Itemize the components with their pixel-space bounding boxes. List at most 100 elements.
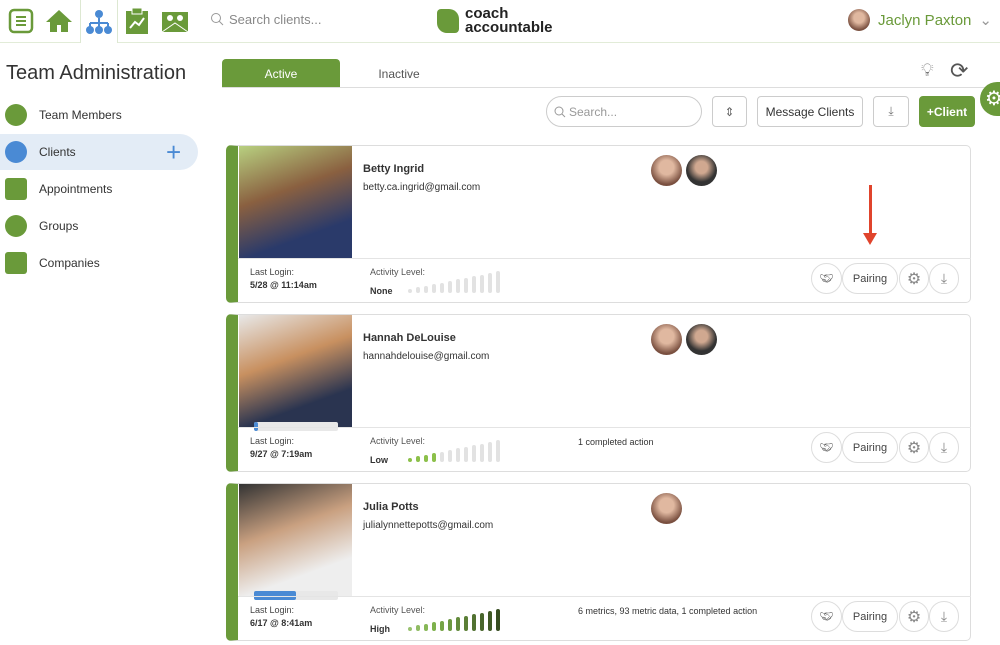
logo: coach accountable <box>437 6 560 35</box>
client-card: Julia Potts julialynnettepotts@gmail.com… <box>226 483 971 641</box>
building-icon <box>5 252 27 274</box>
client-photo[interactable] <box>239 315 352 427</box>
activity-bar <box>464 277 468 293</box>
add-client-button[interactable]: +Client <box>919 96 975 127</box>
activity-bar <box>496 609 500 631</box>
sidebar-item-appointments[interactable]: Appointments <box>0 171 198 207</box>
client-name[interactable]: Julia Potts <box>363 501 419 513</box>
activity-bar <box>472 614 476 631</box>
coach-avatar[interactable] <box>686 324 717 355</box>
client-name[interactable]: Betty Ingrid <box>363 163 424 175</box>
activity-bar <box>440 620 444 631</box>
menu-icon[interactable] <box>4 4 38 38</box>
coach-avatar[interactable] <box>686 155 717 186</box>
org-chart-icon[interactable] <box>80 0 118 43</box>
last-login-label: Last Login: <box>250 436 295 446</box>
download-icon[interactable]: ⤓ <box>929 263 959 294</box>
user-menu[interactable]: Jaclyn Paxton ⌄ <box>848 9 992 31</box>
tab-inactive[interactable]: Inactive <box>340 59 458 88</box>
gear-icon[interactable]: ⚙ <box>899 432 929 463</box>
client-email: julialynnettepotts@gmail.com <box>363 520 494 531</box>
activity-bar <box>448 281 452 293</box>
pairing-button[interactable]: Pairing <box>842 601 898 632</box>
divider <box>222 87 1000 88</box>
activity-bar <box>456 279 460 293</box>
activity-bar <box>496 271 500 293</box>
search-input[interactable]: Search... <box>546 96 702 127</box>
pairing-button[interactable]: Pairing <box>842 263 898 294</box>
activity-bar <box>408 627 412 631</box>
client-photo[interactable] <box>239 484 352 596</box>
search-icon <box>554 106 566 117</box>
download-icon[interactable]: ⤓ <box>929 432 959 463</box>
activity-bar <box>480 274 484 293</box>
handshake-button[interactable]: 🤝︎ <box>811 432 842 463</box>
gear-icon[interactable]: ⚙ <box>899 601 929 632</box>
activity-bar <box>424 285 428 293</box>
sidebar-item-groups[interactable]: Groups <box>0 208 198 244</box>
activity-bars <box>408 609 500 631</box>
activity-summary: 1 completed action <box>578 437 654 447</box>
activity-bar <box>456 448 460 462</box>
activity-bar <box>448 619 452 631</box>
activity-bar <box>488 611 492 631</box>
activity-bar <box>432 622 436 631</box>
add-client-icon[interactable]: + <box>166 137 181 168</box>
clipboard-chart-icon[interactable] <box>120 4 154 38</box>
activity-bar <box>464 446 468 462</box>
gear-icon[interactable]: ⚙ <box>899 263 929 294</box>
download-button[interactable]: ⤓ <box>873 96 909 127</box>
client-photo[interactable] <box>239 146 352 258</box>
activity-value: High <box>370 624 390 634</box>
coach-avatar[interactable] <box>651 324 682 355</box>
activity-bar <box>424 623 428 631</box>
lightbulb-icon[interactable]: 💡︎ <box>921 60 934 81</box>
chevron-down-icon: ⌄ <box>979 12 992 29</box>
activity-bar <box>416 625 420 631</box>
label: Team Members <box>39 108 122 122</box>
pairing-button[interactable]: Pairing <box>842 432 898 463</box>
client-search-input[interactable]: Search clients... <box>229 12 322 27</box>
coach-avatar[interactable] <box>651 155 682 186</box>
label: Clients <box>39 145 76 159</box>
activity-summary: 6 metrics, 93 metric data, 1 completed a… <box>578 606 758 616</box>
settings-gear-icon[interactable]: ⚙ <box>980 82 1000 116</box>
coaches <box>651 493 682 524</box>
activity-bar <box>416 287 420 293</box>
activity-bar <box>416 456 420 462</box>
last-login-value: 6/17 @ 8:41am <box>250 618 313 628</box>
handshake-icon: 🤝︎ <box>819 273 834 285</box>
sort-button[interactable]: ⇕ <box>712 96 747 127</box>
activity-bar <box>432 453 436 462</box>
sidebar-item-team-members[interactable]: Team Members <box>0 97 198 133</box>
handshake-button[interactable]: 🤝︎ <box>811 263 842 294</box>
activity-bar <box>480 443 484 462</box>
sidebar-item-companies[interactable]: Companies <box>0 245 198 281</box>
activity-value: None <box>370 286 393 296</box>
activity-bar <box>488 273 492 293</box>
download-icon[interactable]: ⤓ <box>929 601 959 632</box>
activity-bars <box>408 440 500 462</box>
handshake-button[interactable]: 🤝︎ <box>811 601 842 632</box>
handshake-icon: 🤝︎ <box>819 611 834 623</box>
home-icon[interactable] <box>42 4 76 38</box>
activity-bar <box>440 282 444 293</box>
tab-active[interactable]: Active <box>222 59 340 88</box>
person-icon <box>5 141 27 163</box>
avatar <box>848 9 870 31</box>
refresh-icon[interactable]: ⟳ <box>950 58 968 84</box>
activity-bar <box>424 454 428 462</box>
activity-bar <box>464 615 468 631</box>
label: Appointments <box>39 182 113 196</box>
activity-bar <box>496 440 500 462</box>
activity-bar <box>408 458 412 462</box>
client-card: Betty Ingrid betty.ca.ingrid@gmail.com L… <box>226 145 971 303</box>
money-envelope-icon[interactable] <box>158 4 192 38</box>
coaches <box>651 324 717 355</box>
message-clients-button[interactable]: Message Clients <box>757 96 863 127</box>
search-icon <box>211 13 224 26</box>
sidebar-item-clients[interactable]: Clients + <box>0 134 198 170</box>
coach-avatar[interactable] <box>651 493 682 524</box>
client-name[interactable]: Hannah DeLouise <box>363 332 456 344</box>
activity-bar <box>408 289 412 293</box>
